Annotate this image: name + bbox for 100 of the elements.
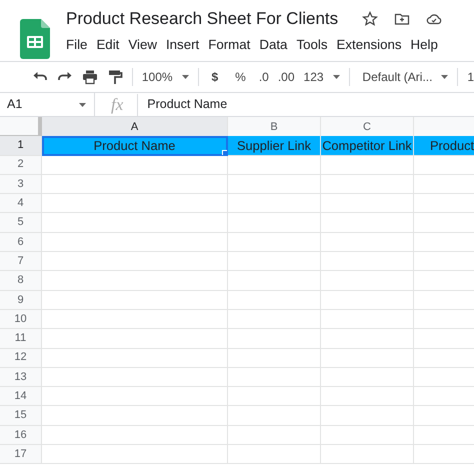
row-header[interactable]: 10 bbox=[0, 310, 42, 330]
zoom-dropdown[interactable]: 100% bbox=[142, 68, 173, 86]
table-cell[interactable] bbox=[321, 445, 414, 464]
row-header[interactable]: 13 bbox=[0, 368, 42, 388]
table-cell[interactable] bbox=[321, 406, 414, 426]
table-cell[interactable] bbox=[228, 290, 321, 310]
table-cell[interactable] bbox=[228, 271, 321, 291]
table-cell[interactable] bbox=[42, 329, 228, 349]
table-cell[interactable] bbox=[42, 310, 228, 330]
table-cell[interactable] bbox=[228, 368, 321, 388]
table-cell[interactable] bbox=[42, 290, 228, 310]
caret-icon[interactable] bbox=[79, 102, 86, 106]
menu-item[interactable]: View bbox=[128, 35, 157, 55]
table-cell[interactable] bbox=[228, 329, 321, 349]
table-cell[interactable] bbox=[228, 156, 321, 175]
menu-item[interactable]: Edit bbox=[96, 35, 120, 55]
table-cell[interactable] bbox=[42, 445, 228, 464]
table-cell[interactable] bbox=[228, 194, 321, 214]
menu-item[interactable]: File bbox=[66, 35, 88, 55]
row-header[interactable]: 12 bbox=[0, 348, 42, 368]
row-header[interactable]: 5 bbox=[0, 213, 42, 233]
table-cell[interactable] bbox=[228, 445, 321, 464]
row-header[interactable]: 11 bbox=[0, 329, 42, 349]
fx-label: fx bbox=[95, 94, 138, 116]
fill-handle[interactable] bbox=[222, 150, 227, 155]
menu-item[interactable]: Insert bbox=[166, 35, 200, 55]
table-cell[interactable] bbox=[42, 271, 228, 291]
menu-item[interactable]: Extensions bbox=[336, 35, 402, 55]
number-format-dropdown[interactable]: 123 bbox=[304, 68, 324, 86]
row-header[interactable]: 8 bbox=[0, 271, 42, 291]
row-header[interactable]: 7 bbox=[0, 252, 42, 272]
row-header[interactable]: 14 bbox=[0, 387, 42, 406]
font-size-field[interactable]: 1 bbox=[467, 68, 474, 86]
table-cell[interactable]: Product Name bbox=[42, 136, 228, 156]
table-cell[interactable] bbox=[228, 252, 321, 272]
row-header[interactable]: 17 bbox=[0, 445, 42, 464]
table-cell[interactable] bbox=[321, 213, 414, 233]
print-icon[interactable] bbox=[82, 69, 98, 85]
table-cell[interactable] bbox=[321, 156, 414, 175]
row-header[interactable]: 16 bbox=[0, 426, 42, 446]
increase-decimals-button[interactable]: .00 bbox=[278, 68, 295, 86]
caret-icon[interactable] bbox=[332, 75, 340, 79]
table-cell[interactable] bbox=[228, 426, 321, 446]
table-cell[interactable] bbox=[321, 329, 414, 349]
formula-input[interactable]: Product Name bbox=[138, 95, 228, 114]
table-cell[interactable] bbox=[228, 232, 321, 252]
table-cell[interactable] bbox=[321, 252, 414, 272]
font-dropdown[interactable]: Default (Ari... bbox=[362, 68, 432, 86]
table-cell[interactable] bbox=[321, 426, 414, 446]
table-cell[interactable] bbox=[42, 368, 228, 388]
table-cell[interactable] bbox=[228, 406, 321, 426]
row-header[interactable]: 4 bbox=[0, 194, 42, 214]
sheets-logo-icon[interactable] bbox=[20, 19, 50, 59]
table-cell[interactable] bbox=[228, 387, 321, 406]
table-cell[interactable] bbox=[228, 174, 321, 194]
table-cell[interactable] bbox=[321, 271, 414, 291]
table-cell[interactable] bbox=[42, 174, 228, 194]
table-cell[interactable] bbox=[42, 426, 228, 446]
caret-icon[interactable] bbox=[182, 75, 189, 79]
table-cell[interactable]: Supplier Link bbox=[228, 136, 321, 156]
table-cell[interactable] bbox=[321, 310, 414, 330]
row-header[interactable]: 9 bbox=[0, 290, 42, 310]
table-cell[interactable]: Competitor Link bbox=[321, 136, 414, 156]
table-cell[interactable] bbox=[42, 406, 228, 426]
caret-icon[interactable] bbox=[441, 75, 448, 79]
table-cell[interactable] bbox=[42, 213, 228, 233]
table-cell[interactable] bbox=[42, 387, 228, 406]
table-cell[interactable] bbox=[321, 174, 414, 194]
table-cell[interactable] bbox=[321, 232, 414, 252]
table-cell[interactable] bbox=[42, 252, 228, 272]
table-cell[interactable] bbox=[321, 387, 414, 406]
menu-item[interactable]: Tools bbox=[296, 35, 328, 55]
table-cell[interactable] bbox=[42, 156, 228, 175]
row-header[interactable]: 3 bbox=[0, 174, 42, 194]
table-cell[interactable] bbox=[228, 213, 321, 233]
name-box[interactable]: A1 bbox=[7, 95, 22, 114]
table-cell[interactable] bbox=[228, 310, 321, 330]
folder-icon[interactable] bbox=[394, 11, 410, 27]
table-cell[interactable] bbox=[228, 348, 321, 368]
table-cell[interactable] bbox=[42, 348, 228, 368]
table-cell[interactable] bbox=[321, 368, 414, 388]
decrease-decimals-button[interactable]: .0 bbox=[258, 68, 269, 86]
row-header[interactable]: 1 bbox=[0, 136, 42, 156]
table-cell[interactable] bbox=[321, 194, 414, 214]
percent-button[interactable]: % bbox=[235, 68, 246, 86]
currency-button[interactable]: $ bbox=[211, 68, 218, 86]
star-icon[interactable] bbox=[362, 11, 378, 27]
table-cell[interactable]: Product bbox=[414, 136, 474, 156]
table-cell[interactable] bbox=[42, 232, 228, 252]
table-cell[interactable] bbox=[321, 348, 414, 368]
table-cell[interactable] bbox=[42, 194, 228, 214]
document-title[interactable]: Product Research Sheet For Clients bbox=[66, 8, 338, 30]
menu-item[interactable]: Format bbox=[208, 35, 250, 55]
menu-item[interactable]: Data bbox=[259, 35, 288, 55]
paint-format-icon[interactable] bbox=[107, 69, 123, 85]
row-header[interactable]: 2 bbox=[0, 156, 42, 175]
row-header[interactable]: 6 bbox=[0, 232, 42, 252]
row-header[interactable]: 15 bbox=[0, 406, 42, 426]
menu-item[interactable]: Help bbox=[410, 35, 438, 55]
table-cell[interactable] bbox=[321, 290, 414, 310]
